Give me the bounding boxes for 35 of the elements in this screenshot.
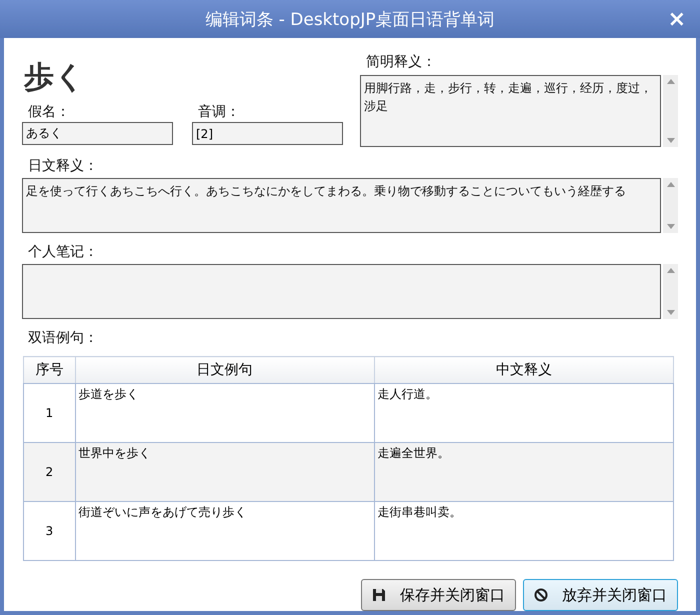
- table-cell: 2: [24, 442, 76, 502]
- headword: 歩く: [24, 60, 86, 96]
- brief-meaning-field[interactable]: 用脚行路，走，步行，转，走遍，巡行，经历，度过，涉足: [360, 75, 661, 147]
- scroll-down-icon[interactable]: [666, 310, 674, 315]
- table-cell: 走街串巷叫卖。: [374, 502, 674, 560]
- field-label: 个人笔记：: [28, 244, 98, 260]
- japanese-meaning-field[interactable]: 足を使って行くあちこちへ行く。あちこちなにかをしてまわる。乗り物で移動することについてもいう経歴する: [22, 178, 662, 233]
- field-label: 简明释义：: [366, 53, 437, 72]
- field-label: 音调：: [198, 103, 241, 122]
- window-title: 编辑词条 - DesktopJP桌面日语背单词: [205, 8, 495, 30]
- notes-field[interactable]: [22, 264, 662, 319]
- scrollbar[interactable]: [663, 264, 678, 319]
- table-cell: 3: [24, 502, 76, 560]
- close-button[interactable]: ×: [668, 8, 686, 32]
- scrollbar[interactable]: [663, 178, 678, 233]
- field-label: 假名：: [28, 103, 71, 122]
- scroll-down-icon[interactable]: [666, 224, 674, 229]
- scroll-up-icon[interactable]: [666, 268, 674, 273]
- field-label: 双语例句：: [28, 330, 98, 346]
- column-header[interactable]: 日文例句: [75, 356, 374, 384]
- field-label: 日文释义：: [28, 158, 98, 174]
- cancel-button[interactable]: 放弃并关闭窗口: [523, 579, 678, 611]
- save-button[interactable]: 保存并关闭窗口: [361, 579, 516, 611]
- scroll-up-icon[interactable]: [666, 79, 674, 84]
- table-cell: 街道ぞいに声をあげて売り歩く: [75, 502, 374, 560]
- kana-field[interactable]: あるく: [22, 122, 173, 145]
- table-cell: 世界中を歩く: [75, 442, 374, 502]
- scroll-up-icon[interactable]: [666, 182, 674, 187]
- accent-field[interactable]: [2]: [192, 122, 343, 145]
- prohibited-icon: [534, 588, 548, 602]
- table-cell: 走遍全世界。: [374, 442, 674, 502]
- scrollbar[interactable]: [663, 75, 678, 147]
- column-header[interactable]: 序号: [24, 356, 76, 384]
- scroll-down-icon[interactable]: [666, 138, 674, 143]
- column-header[interactable]: 中文释义: [374, 356, 674, 384]
